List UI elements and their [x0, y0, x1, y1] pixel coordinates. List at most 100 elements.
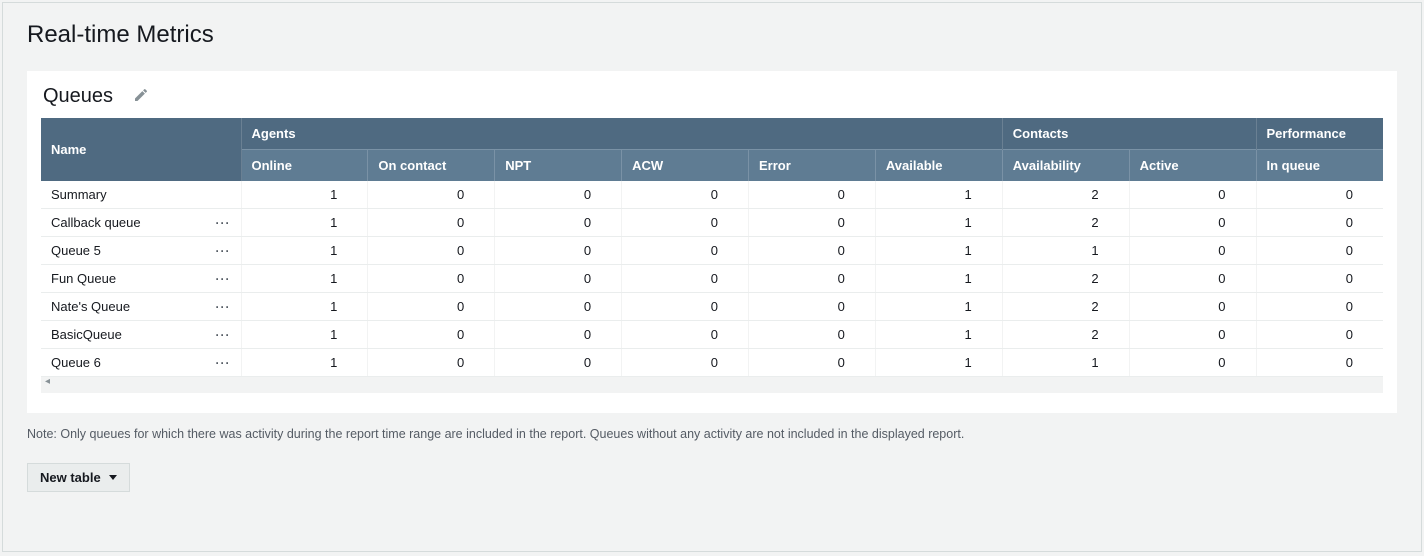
cell-npt: 0	[495, 209, 622, 237]
cell-availability: 2	[1002, 181, 1129, 209]
cell-available: 1	[875, 293, 1002, 321]
cell-error: 0	[749, 349, 876, 377]
cell-online: 1	[241, 237, 368, 265]
cell-in-queue: 0	[1256, 237, 1383, 265]
row-menu-icon[interactable]: ···	[216, 244, 231, 258]
cell-availability: 1	[1002, 237, 1129, 265]
cell-acw: 0	[622, 349, 749, 377]
cell-online: 1	[241, 293, 368, 321]
queue-name: Nate's Queue	[51, 299, 130, 314]
table-row: Nate's Queue···100001200	[41, 293, 1383, 321]
cell-name: Nate's Queue ···	[41, 293, 241, 321]
cell-npt: 0	[495, 349, 622, 377]
group-contacts[interactable]: Contacts	[1002, 118, 1256, 150]
cell-active: 0	[1129, 181, 1256, 209]
cell-active: 0	[1129, 321, 1256, 349]
page-container: Real-time Metrics Queues Name Agents Con…	[2, 2, 1422, 552]
table-row: Queue 6···100001100	[41, 349, 1383, 377]
cell-acw: 0	[622, 181, 749, 209]
cell-acw: 0	[622, 321, 749, 349]
cell-active: 0	[1129, 293, 1256, 321]
cell-in-queue: 0	[1256, 265, 1383, 293]
group-performance[interactable]: Performance	[1256, 118, 1383, 150]
cell-name: Callback queue···	[41, 209, 241, 237]
col-available[interactable]: Available	[875, 150, 1002, 182]
cell-availability: 2	[1002, 321, 1129, 349]
cell-on-contact: 0	[368, 265, 495, 293]
cell-available: 1	[875, 237, 1002, 265]
cell-name: BasicQueue ···	[41, 321, 241, 349]
cell-active: 0	[1129, 209, 1256, 237]
table-row: Summary100001200	[41, 181, 1383, 209]
cell-in-queue: 0	[1256, 209, 1383, 237]
table-row: BasicQueue···100001200	[41, 321, 1383, 349]
row-menu-icon[interactable]: ···	[216, 300, 231, 314]
cell-available: 1	[875, 265, 1002, 293]
table-row: Queue 5···100001100	[41, 237, 1383, 265]
cell-availability: 2	[1002, 209, 1129, 237]
col-availability[interactable]: Availability	[1002, 150, 1129, 182]
cell-online: 1	[241, 349, 368, 377]
table-row: Callback queue···100001200	[41, 209, 1383, 237]
cell-error: 0	[749, 321, 876, 349]
cell-active: 0	[1129, 349, 1256, 377]
new-table-button[interactable]: New table	[27, 463, 130, 492]
queue-name: Summary	[51, 187, 107, 202]
horizontal-scroll-hint[interactable]	[41, 377, 1383, 393]
panel-title: Queues	[43, 85, 113, 108]
table-body: Summary100001200Callback queue···1000012…	[41, 181, 1383, 377]
cell-name: Queue 6 ···	[41, 349, 241, 377]
queue-name: Fun Queue	[51, 271, 116, 286]
cell-online: 1	[241, 209, 368, 237]
queues-panel: Queues Name Agents Contacts Performance	[27, 71, 1397, 413]
cell-acw: 0	[622, 265, 749, 293]
col-active[interactable]: Active	[1129, 150, 1256, 182]
col-acw[interactable]: ACW	[622, 150, 749, 182]
queue-name: Queue 6	[51, 355, 101, 370]
cell-on-contact: 0	[368, 349, 495, 377]
footer-note: Note: Only queues for which there was ac…	[27, 427, 1397, 441]
cell-availability: 1	[1002, 349, 1129, 377]
cell-acw: 0	[622, 237, 749, 265]
cell-error: 0	[749, 237, 876, 265]
cell-acw: 0	[622, 293, 749, 321]
cell-name: Queue 5 ···	[41, 237, 241, 265]
cell-error: 0	[749, 181, 876, 209]
group-agents[interactable]: Agents	[241, 118, 1002, 150]
new-table-label: New table	[40, 470, 101, 485]
col-in-queue[interactable]: In queue	[1256, 150, 1383, 182]
row-menu-icon[interactable]: ···	[216, 356, 231, 370]
col-error[interactable]: Error	[749, 150, 876, 182]
cell-on-contact: 0	[368, 321, 495, 349]
panel-header: Queues	[41, 85, 1383, 108]
cell-in-queue: 0	[1256, 293, 1383, 321]
row-menu-icon[interactable]: ···	[216, 328, 231, 342]
cell-available: 1	[875, 209, 1002, 237]
col-on-contact[interactable]: On contact	[368, 150, 495, 182]
cell-npt: 0	[495, 293, 622, 321]
col-online[interactable]: Online	[241, 150, 368, 182]
cell-active: 0	[1129, 265, 1256, 293]
column-header-row: Online On contact NPT ACW Error Availabl…	[41, 150, 1383, 182]
cell-online: 1	[241, 321, 368, 349]
metrics-table: Name Agents Contacts Performance Online …	[41, 118, 1383, 377]
cell-on-contact: 0	[368, 293, 495, 321]
queue-name: Queue 5	[51, 243, 101, 258]
cell-availability: 2	[1002, 265, 1129, 293]
cell-npt: 0	[495, 237, 622, 265]
page-title: Real-time Metrics	[27, 21, 1397, 49]
cell-on-contact: 0	[368, 181, 495, 209]
cell-npt: 0	[495, 321, 622, 349]
row-menu-icon[interactable]: ···	[216, 216, 231, 230]
cell-online: 1	[241, 265, 368, 293]
edit-icon[interactable]	[133, 87, 149, 106]
cell-active: 0	[1129, 237, 1256, 265]
row-menu-icon[interactable]: ···	[216, 272, 231, 286]
queue-name: BasicQueue	[51, 327, 122, 342]
col-npt[interactable]: NPT	[495, 150, 622, 182]
group-header-row: Name Agents Contacts Performance	[41, 118, 1383, 150]
cell-error: 0	[749, 293, 876, 321]
col-name[interactable]: Name	[41, 118, 241, 181]
cell-error: 0	[749, 265, 876, 293]
cell-npt: 0	[495, 181, 622, 209]
